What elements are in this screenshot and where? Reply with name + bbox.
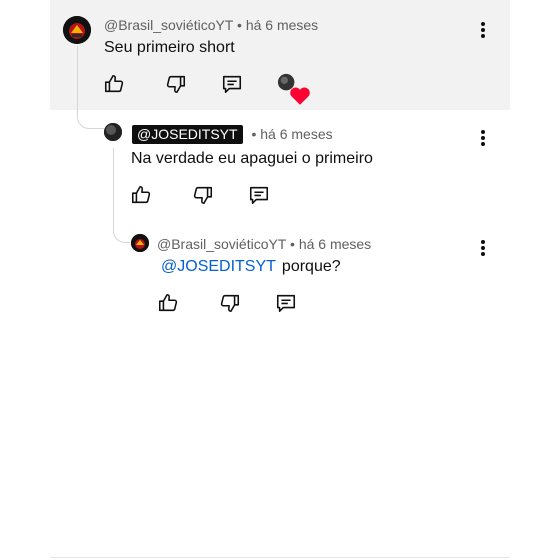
divider [50,557,510,558]
comment-meta: @Brasil_soviéticoYT • há 6 meses [157,236,371,252]
thumb-down-icon[interactable] [219,292,241,314]
comment-meta: @Brasil_soviéticoYT • há 6 meses [104,17,318,33]
timestamp[interactable]: há 6 meses [260,126,332,142]
reply-icon[interactable] [221,73,243,95]
comment-text: @JOSEDITSYT porque? [161,258,341,276]
timestamp[interactable]: há 6 meses [246,17,318,33]
reply-comment: @Brasil_soviéticoYT • há 6 meses @JOSEDI… [0,220,560,330]
avatar-image [131,234,149,252]
avatar[interactable] [63,16,91,44]
avatar-image [63,16,91,44]
author-name[interactable]: @JOSEDITSYT [132,125,243,144]
author-name[interactable]: @Brasil_soviéticoYT [157,236,286,252]
reply-icon[interactable] [275,292,297,314]
comment: @Brasil_soviéticoYT • há 6 meses Seu pri… [0,0,560,110]
creator-heart-icon[interactable] [277,73,310,105]
avatar[interactable] [104,123,122,141]
author-name[interactable]: @Brasil_soviéticoYT [104,17,233,33]
comment-text: Seu primeiro short [104,39,235,56]
reply-comment: @JOSEDITSYT • há 6 meses Na verdade eu a… [0,110,560,220]
thumb-down-icon[interactable] [192,184,214,206]
avatar[interactable] [131,234,149,252]
more-options-icon[interactable] [478,238,488,258]
mention-link[interactable]: @JOSEDITSYT [161,258,276,275]
thumb-up-icon[interactable] [157,292,179,314]
thumb-up-icon[interactable] [130,184,152,206]
comment-meta: @JOSEDITSYT • há 6 meses [132,125,333,144]
thumb-down-icon[interactable] [165,73,187,95]
timestamp[interactable]: há 6 meses [299,236,371,252]
thumb-up-icon[interactable] [103,73,125,95]
separator: • [290,236,295,252]
more-options-icon[interactable] [478,20,488,40]
comment-actions [130,184,280,208]
comment-text-body: porque? [281,258,341,275]
avatar-image [104,123,122,141]
more-options-icon[interactable] [478,128,488,148]
comment-actions [103,73,310,105]
separator: • [251,126,257,142]
comment-text: Na verdade eu apaguei o primeiro [131,150,373,167]
reply-icon[interactable] [248,184,270,206]
comment-actions [157,292,307,316]
separator: • [237,17,242,33]
heart-icon [290,87,310,105]
